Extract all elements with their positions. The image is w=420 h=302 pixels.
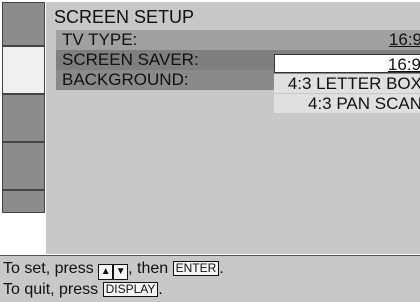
screen-saver-label: SCREEN SAVER: (62, 50, 199, 69)
menu-tab-3[interactable] (2, 94, 45, 142)
menu-tab-1[interactable] (2, 2, 45, 46)
help-line-quit: To quit, press DISPLAY. (3, 280, 163, 300)
help-bar: To set, press ▲ ▼, then ENTER. To quit, p… (0, 255, 420, 302)
option-4-3-pan-scan[interactable]: 4:3 PAN SCAN (274, 94, 420, 113)
help-line1-period: . (219, 260, 224, 277)
menu-tab-5[interactable] (2, 190, 45, 213)
page-title: SCREEN SETUP (54, 7, 195, 27)
display-key-icon: DISPLAY (102, 282, 159, 297)
up-arrow-key-icon: ▲ (98, 264, 114, 280)
menu-tab-screen-setup[interactable] (2, 46, 45, 94)
menu-tab-4[interactable] (2, 142, 45, 190)
help-line2-period: . (158, 281, 163, 298)
down-arrow-key-icon: ▼ (113, 264, 129, 280)
tv-type-label: TV TYPE: (62, 30, 138, 49)
settings-panel: SCREEN SETUP TV TYPE: 16:9 SCREEN SAVER:… (46, 2, 420, 254)
option-16-9[interactable]: 16:9 (274, 54, 420, 74)
option-4-3-letter-box[interactable]: 4:3 LETTER BOX (274, 74, 420, 93)
setup-screen: SCREEN SETUP TV TYPE: 16:9 SCREEN SAVER:… (0, 0, 420, 302)
background-label: BACKGROUND: (62, 70, 189, 89)
tv-type-value: 16:9 (388, 30, 420, 49)
help-quit-text: To quit, press (3, 281, 99, 298)
help-line-set: To set, press ▲ ▼, then ENTER. (3, 259, 224, 280)
tv-type-row[interactable]: TV TYPE: 16:9 (56, 30, 420, 50)
enter-key-icon: ENTER (172, 261, 220, 276)
help-then-text: , then (128, 260, 169, 277)
help-set-text: To set, press (3, 260, 94, 277)
